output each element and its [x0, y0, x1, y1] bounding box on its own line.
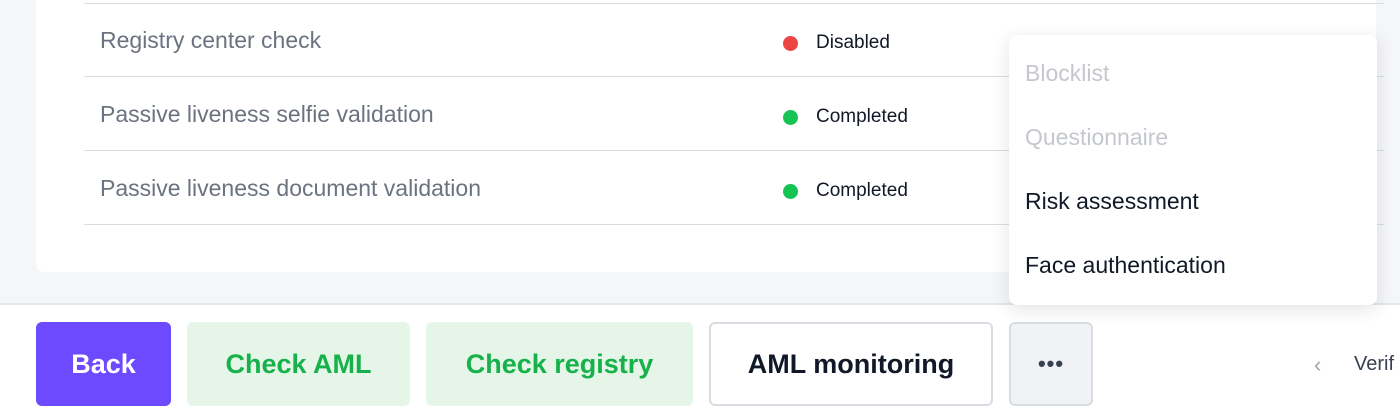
status-indicator: Disabled [783, 32, 890, 54]
menu-item-face-authentication[interactable]: Face authentication [1025, 252, 1226, 279]
back-button[interactable]: Back [36, 322, 171, 406]
menu-item-blocklist: Blocklist [1025, 60, 1110, 86]
check-name: Registry center check [100, 27, 322, 53]
check-aml-button[interactable]: Check AML [187, 322, 410, 406]
check-registry-button[interactable]: Check registry [426, 322, 693, 406]
status-indicator: Completed [783, 180, 908, 202]
check-name: Passive liveness document validation [100, 175, 481, 201]
status-label: Completed [816, 180, 908, 201]
more-actions-menu: Blocklist Questionnaire Risk assessment … [1009, 35, 1377, 305]
chevron-left-icon[interactable]: ‹ [1314, 352, 1321, 378]
more-icon: ••• [1037, 351, 1065, 376]
check-name: Passive liveness selfie validation [100, 101, 434, 127]
status-label: Completed [816, 106, 908, 127]
aml-monitoring-button[interactable]: AML monitoring [709, 322, 993, 406]
status-label: Disabled [816, 32, 890, 53]
status-dot-icon [783, 35, 798, 51]
pager-label: Verif [1354, 353, 1395, 375]
menu-item-questionnaire: Questionnaire [1025, 124, 1169, 150]
menu-item-risk-assessment[interactable]: Risk assessment [1025, 188, 1199, 215]
status-dot-icon [783, 109, 798, 125]
more-actions-button[interactable]: ••• [1009, 322, 1093, 406]
status-dot-icon [783, 183, 798, 199]
status-indicator: Completed [783, 106, 908, 128]
